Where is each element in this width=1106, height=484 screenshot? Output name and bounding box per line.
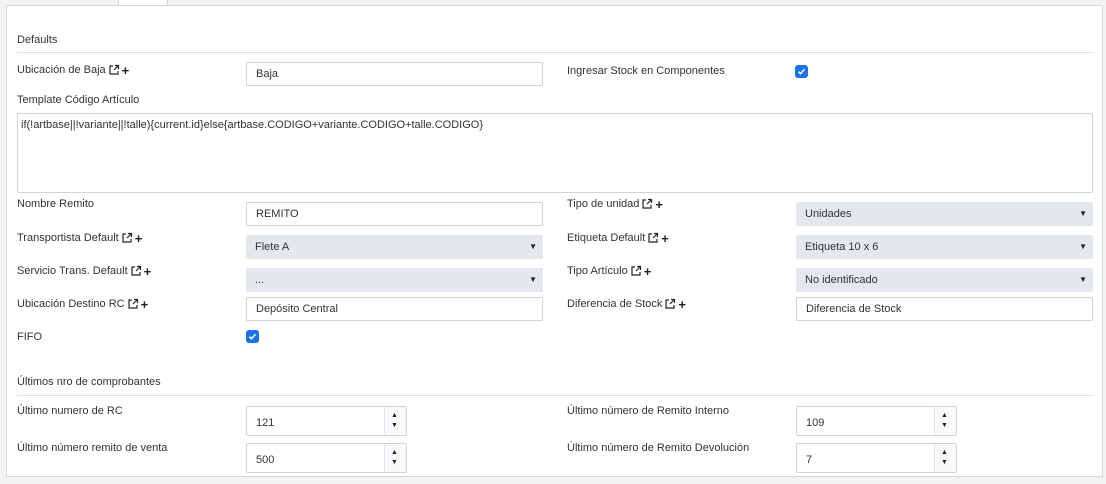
nombre-remito-label: Nombre Remito (17, 198, 95, 210)
section-title-defaults: Defaults (17, 34, 58, 46)
transportista-value: Flete A (255, 241, 290, 253)
divider (17, 52, 1093, 53)
spinner[interactable]: ▲ ▼ (384, 444, 406, 472)
transportista-select[interactable]: Flete A ▼ (246, 235, 543, 259)
plus-icon[interactable]: + (655, 198, 663, 211)
spin-down-icon[interactable]: ▼ (941, 459, 948, 466)
divider (17, 395, 1093, 396)
check-icon (248, 333, 257, 340)
ultimo-rc-value: 121 (256, 417, 275, 429)
ultimo-remito-devolucion-value: 7 (806, 454, 813, 466)
ultimo-remito-venta-label: Último número remito de venta (17, 442, 168, 454)
ingresar-stock-label: Ingresar Stock en Componentes (567, 65, 725, 77)
plus-icon[interactable]: + (141, 298, 149, 311)
ubicacion-destino-text: Ubicación Destino RC (17, 298, 125, 310)
servicio-trans-value: ... (255, 274, 265, 286)
plus-icon[interactable]: + (678, 298, 686, 311)
external-link-icon[interactable] (121, 232, 133, 244)
chevron-down-icon: ▼ (529, 242, 537, 251)
tipo-articulo-value: No identificado (805, 274, 878, 286)
external-link-icon[interactable] (630, 265, 642, 277)
spin-up-icon[interactable]: ▲ (391, 449, 398, 456)
spin-down-icon[interactable]: ▼ (391, 459, 398, 466)
tipo-unidad-select[interactable]: Unidades ▼ (796, 202, 1093, 226)
etiqueta-label: Etiqueta Default + (567, 232, 669, 245)
external-link-icon[interactable] (641, 198, 653, 210)
section-title-comprobantes: Últimos nro de comprobantes (17, 376, 161, 388)
transportista-label: Transportista Default + (17, 232, 143, 245)
ubicacion-destino-label: Ubicación Destino RC + (17, 298, 149, 311)
template-textarea[interactable]: if(!artbase||!variante||!talle){current.… (17, 113, 1093, 193)
spin-up-icon[interactable]: ▲ (941, 449, 948, 456)
plus-icon[interactable]: + (144, 265, 152, 278)
external-link-icon[interactable] (647, 232, 659, 244)
tipo-articulo-label: Tipo Artículo + (567, 265, 652, 278)
ultimo-remito-devolucion-stepper[interactable]: 7 ▲ ▼ (796, 443, 957, 473)
ultimo-rc-label: Último numero de RC (17, 405, 123, 417)
ubicacion-baja-text: Ubicación de Baja (17, 64, 106, 76)
tipo-articulo-text: Tipo Artículo (567, 265, 628, 277)
spin-down-icon[interactable]: ▼ (941, 422, 948, 429)
chevron-down-icon: ▼ (529, 275, 537, 284)
spin-up-icon[interactable]: ▲ (391, 412, 398, 419)
external-link-icon[interactable] (130, 265, 142, 277)
spin-down-icon[interactable]: ▼ (391, 422, 398, 429)
external-link-icon[interactable] (664, 298, 676, 310)
ingresar-stock-checkbox[interactable] (795, 65, 808, 78)
external-link-icon[interactable] (108, 64, 120, 76)
plus-icon[interactable]: + (135, 232, 143, 245)
template-label: Template Código Artículo (17, 94, 140, 106)
servicio-trans-label: Servicio Trans. Default + (17, 265, 152, 278)
servicio-trans-text: Servicio Trans. Default (17, 265, 128, 277)
spinner[interactable]: ▲ ▼ (934, 444, 956, 472)
external-link-icon[interactable] (127, 298, 139, 310)
fifo-checkbox[interactable] (246, 330, 259, 343)
ubicacion-destino-field[interactable]: Depósito Central (246, 297, 543, 321)
spinner[interactable]: ▲ ▼ (934, 407, 956, 435)
ubicacion-baja-label: Ubicación de Baja + (17, 64, 130, 77)
fifo-label: FIFO (17, 331, 43, 343)
spin-up-icon[interactable]: ▲ (941, 412, 948, 419)
etiqueta-text: Etiqueta Default (567, 232, 646, 244)
ultimo-remito-interno-value: 109 (806, 417, 825, 429)
ultimo-rc-stepper[interactable]: 121 ▲ ▼ (246, 406, 407, 436)
ultimo-remito-venta-value: 500 (256, 454, 275, 466)
ultimo-remito-venta-stepper[interactable]: 500 ▲ ▼ (246, 443, 407, 473)
diferencia-stock-field[interactable]: Diferencia de Stock (796, 297, 1093, 321)
plus-icon[interactable]: + (122, 64, 130, 77)
tipo-unidad-value: Unidades (805, 208, 852, 220)
chevron-down-icon: ▼ (1079, 242, 1087, 251)
diferencia-stock-label: Diferencia de Stock + (567, 298, 686, 311)
ultimo-remito-interno-label: Último número de Remito Interno (567, 405, 730, 417)
ultimo-remito-interno-stepper[interactable]: 109 ▲ ▼ (796, 406, 957, 436)
ubicacion-baja-field[interactable]: Baja (246, 62, 543, 86)
plus-icon[interactable]: + (644, 265, 652, 278)
servicio-trans-select[interactable]: ... ▼ (246, 268, 543, 292)
spinner[interactable]: ▲ ▼ (384, 407, 406, 435)
transportista-text: Transportista Default (17, 232, 119, 244)
diferencia-stock-text: Diferencia de Stock (567, 298, 663, 310)
tipo-articulo-select[interactable]: No identificado ▼ (796, 268, 1093, 292)
settings-panel: Defaults Ubicación de Baja + Baja Ingres… (6, 5, 1103, 477)
chevron-down-icon: ▼ (1079, 209, 1087, 218)
ultimo-remito-devolucion-label: Último número de Remito Devolución (567, 442, 750, 454)
etiqueta-select[interactable]: Etiqueta 10 x 6 ▼ (796, 235, 1093, 259)
tipo-unidad-text: Tipo de unidad (567, 198, 640, 210)
chevron-down-icon: ▼ (1079, 275, 1087, 284)
check-icon (797, 68, 806, 75)
tipo-unidad-label: Tipo de unidad + (567, 198, 663, 211)
nombre-remito-field[interactable]: REMITO (246, 202, 543, 226)
etiqueta-value: Etiqueta 10 x 6 (805, 241, 879, 253)
plus-icon[interactable]: + (661, 232, 669, 245)
